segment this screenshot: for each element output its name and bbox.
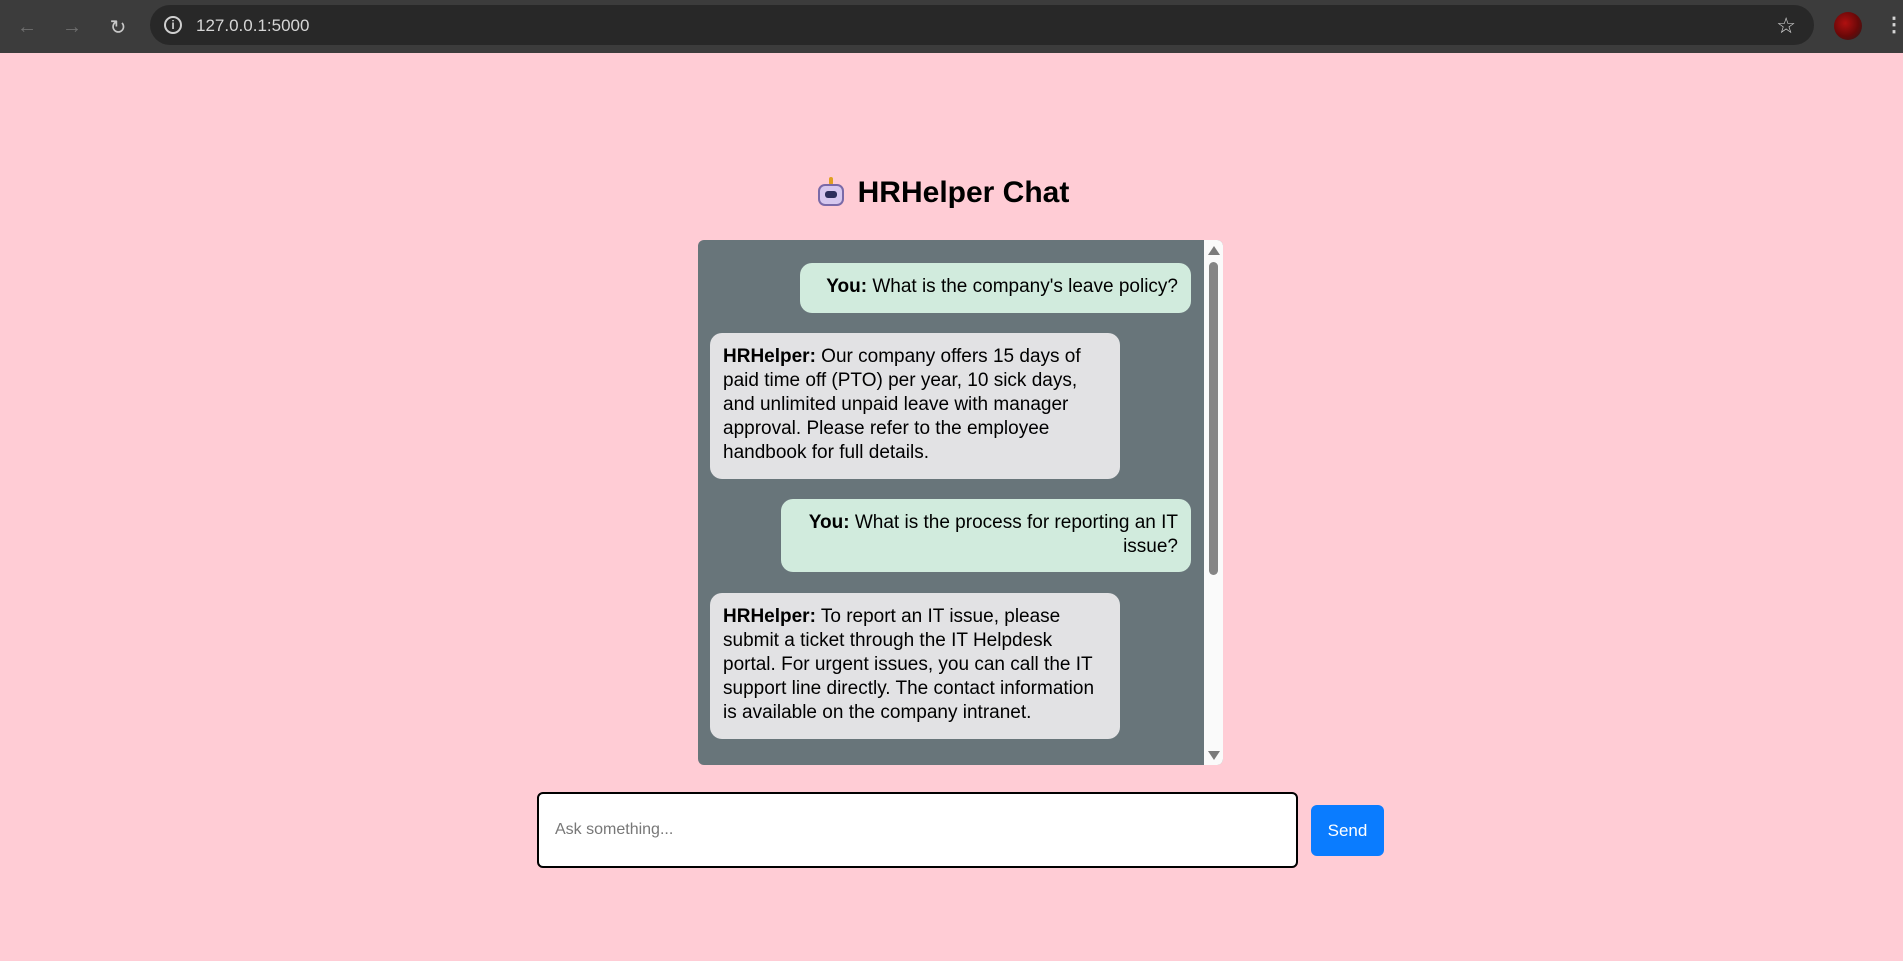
message-sender: HRHelper: bbox=[723, 346, 816, 367]
star-icon[interactable]: ☆ bbox=[1776, 13, 1796, 39]
page-title: HRHelper Chat bbox=[857, 176, 1070, 209]
chat-message-user: You: What is the process for reporting a… bbox=[781, 499, 1191, 572]
question-input[interactable] bbox=[537, 792, 1298, 868]
info-icon[interactable]: i bbox=[164, 16, 182, 34]
message-sender: HRHelper: bbox=[723, 606, 816, 627]
chat-message-user: You: What is the company's leave policy? bbox=[800, 263, 1191, 313]
profile-avatar[interactable] bbox=[1834, 12, 1862, 40]
scroll-up-icon[interactable] bbox=[1208, 246, 1220, 255]
url-text[interactable]: 127.0.0.1:5000 bbox=[196, 16, 309, 36]
browser-toolbar: ← → ↻ i 127.0.0.1:5000 ☆ ⋮ bbox=[0, 0, 1903, 53]
message-text: What is the process for reporting an IT … bbox=[849, 512, 1178, 557]
message-text: What is the company's leave policy? bbox=[867, 276, 1178, 297]
chat-message-bot: HRHelper: Our company offers 15 days of … bbox=[710, 333, 1120, 479]
chat-log[interactable]: You: What is the company's leave policy?… bbox=[698, 240, 1223, 765]
robot-icon bbox=[816, 177, 846, 209]
page-header: HRHelper Chat bbox=[0, 176, 1903, 210]
arrow-right-icon[interactable]: → bbox=[57, 12, 87, 42]
reload-icon[interactable]: ↻ bbox=[103, 12, 133, 42]
kebab-menu-icon[interactable]: ⋮ bbox=[1884, 12, 1903, 37]
message-sender: You: bbox=[808, 512, 850, 533]
message-sender: You: bbox=[826, 276, 868, 297]
arrow-left-icon[interactable]: ← bbox=[12, 12, 42, 42]
address-bar[interactable]: i 127.0.0.1:5000 ☆ bbox=[150, 5, 1814, 45]
send-button[interactable]: Send bbox=[1311, 805, 1384, 856]
chat-message-bot: HRHelper: To report an IT issue, please … bbox=[710, 593, 1120, 739]
chat-scrollbar[interactable] bbox=[1204, 240, 1223, 765]
scroll-thumb[interactable] bbox=[1209, 262, 1218, 575]
scroll-down-icon[interactable] bbox=[1208, 751, 1220, 760]
